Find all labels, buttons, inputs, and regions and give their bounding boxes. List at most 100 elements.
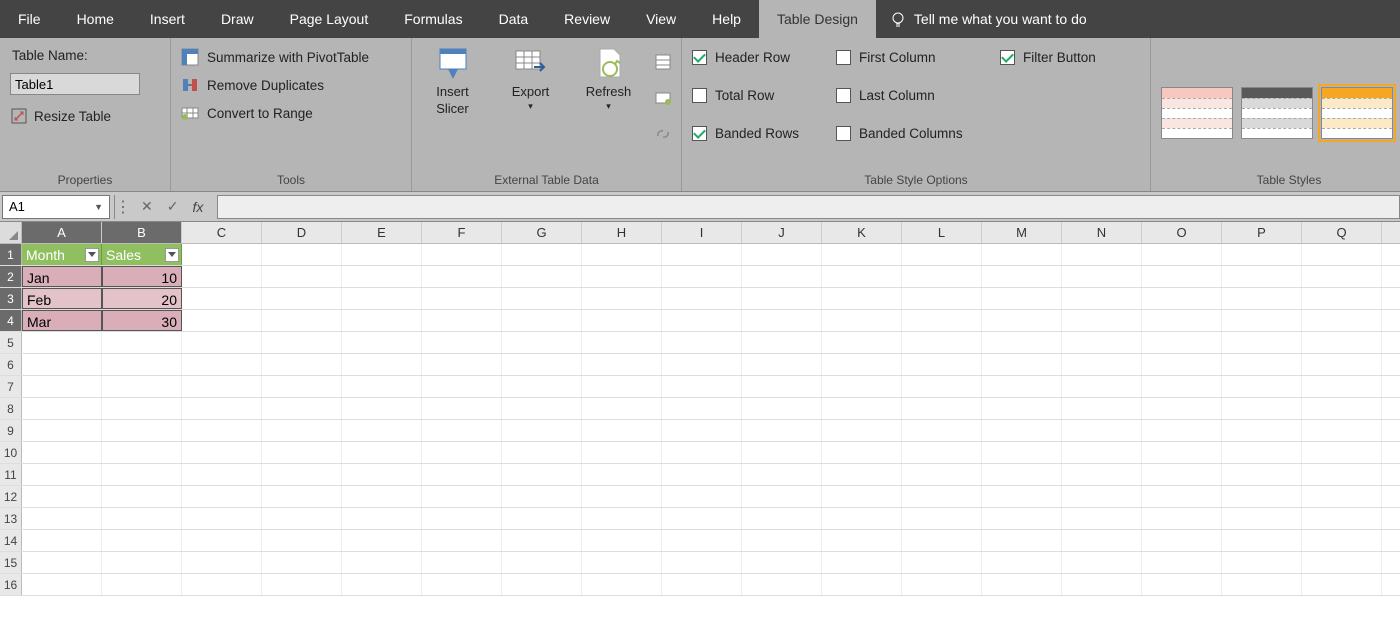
cell-I12[interactable]	[662, 486, 742, 507]
row-header-4[interactable]: 4	[0, 310, 22, 331]
header-row-checkbox[interactable]: Header Row	[692, 50, 832, 65]
row-header-12[interactable]: 12	[0, 486, 22, 507]
convert-to-range-button[interactable]: Convert to Range	[181, 104, 313, 122]
cell-K12[interactable]	[822, 486, 902, 507]
cell-O6[interactable]	[1142, 354, 1222, 375]
cell-C10[interactable]	[182, 442, 262, 463]
cell-L8[interactable]	[902, 398, 982, 419]
cell-L5[interactable]	[902, 332, 982, 353]
cell-O13[interactable]	[1142, 508, 1222, 529]
cell-L4[interactable]	[902, 310, 982, 331]
cell-K9[interactable]	[822, 420, 902, 441]
cell-G14[interactable]	[502, 530, 582, 551]
cell-N9[interactable]	[1062, 420, 1142, 441]
name-box[interactable]: A1 ▼	[2, 195, 110, 219]
cell-B13[interactable]	[102, 508, 182, 529]
cell-E6[interactable]	[342, 354, 422, 375]
row-header-3[interactable]: 3	[0, 288, 22, 309]
cell-E16[interactable]	[342, 574, 422, 595]
cell-I10[interactable]	[662, 442, 742, 463]
fx-icon[interactable]: fx	[192, 199, 203, 215]
row-header-14[interactable]: 14	[0, 530, 22, 551]
cell-H6[interactable]	[582, 354, 662, 375]
cell-H3[interactable]	[582, 288, 662, 309]
cell-N3[interactable]	[1062, 288, 1142, 309]
cell-E2[interactable]	[342, 266, 422, 287]
cell-J1[interactable]	[742, 244, 822, 265]
cell-N13[interactable]	[1062, 508, 1142, 529]
cell-L15[interactable]	[902, 552, 982, 573]
banded-columns-checkbox[interactable]: Banded Columns	[836, 126, 996, 141]
filter-dropdown-icon[interactable]	[85, 248, 99, 262]
row-header-6[interactable]: 6	[0, 354, 22, 375]
cell-I16[interactable]	[662, 574, 742, 595]
cell-F5[interactable]	[422, 332, 502, 353]
cell-P7[interactable]	[1222, 376, 1302, 397]
cell-K1[interactable]	[822, 244, 902, 265]
cell-K16[interactable]	[822, 574, 902, 595]
col-header-H[interactable]: H	[582, 222, 662, 243]
cell-G13[interactable]	[502, 508, 582, 529]
cell-O11[interactable]	[1142, 464, 1222, 485]
cell-D16[interactable]	[262, 574, 342, 595]
cell-J16[interactable]	[742, 574, 822, 595]
cancel-icon[interactable]: ✕	[141, 198, 153, 215]
cell-F1[interactable]	[422, 244, 502, 265]
cell-C2[interactable]	[182, 266, 262, 287]
cell-J8[interactable]	[742, 398, 822, 419]
cell-C6[interactable]	[182, 354, 262, 375]
cell-A1[interactable]: Month	[22, 244, 102, 265]
cell-Q8[interactable]	[1302, 398, 1382, 419]
cell-O10[interactable]	[1142, 442, 1222, 463]
cell-C15[interactable]	[182, 552, 262, 573]
cell-O7[interactable]	[1142, 376, 1222, 397]
col-header-D[interactable]: D	[262, 222, 342, 243]
tab-data[interactable]: Data	[481, 0, 547, 38]
cell-G5[interactable]	[502, 332, 582, 353]
cell-B5[interactable]	[102, 332, 182, 353]
filter-button-checkbox[interactable]: Filter Button	[1000, 50, 1140, 65]
cell-K14[interactable]	[822, 530, 902, 551]
cell-M12[interactable]	[982, 486, 1062, 507]
cell-M16[interactable]	[982, 574, 1062, 595]
cell-G16[interactable]	[502, 574, 582, 595]
insert-slicer-button[interactable]: Insert Slicer	[421, 46, 485, 116]
cell-O15[interactable]	[1142, 552, 1222, 573]
cell-B1[interactable]: Sales	[102, 244, 182, 265]
cell-E9[interactable]	[342, 420, 422, 441]
cell-A3[interactable]: Feb	[22, 288, 102, 309]
refresh-button[interactable]: Refresh ▾	[577, 46, 641, 112]
cell-A10[interactable]	[22, 442, 102, 463]
cell-P6[interactable]	[1222, 354, 1302, 375]
cell-K6[interactable]	[822, 354, 902, 375]
cell-I3[interactable]	[662, 288, 742, 309]
tab-home[interactable]: Home	[59, 0, 132, 38]
col-header-J[interactable]: J	[742, 222, 822, 243]
tab-table-design[interactable]: Table Design	[759, 0, 876, 38]
cell-C8[interactable]	[182, 398, 262, 419]
cell-D4[interactable]	[262, 310, 342, 331]
cell-H15[interactable]	[582, 552, 662, 573]
cell-G15[interactable]	[502, 552, 582, 573]
cell-I15[interactable]	[662, 552, 742, 573]
cell-D11[interactable]	[262, 464, 342, 485]
cell-G1[interactable]	[502, 244, 582, 265]
col-header-A[interactable]: A	[22, 222, 102, 243]
cell-I4[interactable]	[662, 310, 742, 331]
cell-P12[interactable]	[1222, 486, 1302, 507]
cell-H13[interactable]	[582, 508, 662, 529]
cell-P3[interactable]	[1222, 288, 1302, 309]
cell-N1[interactable]	[1062, 244, 1142, 265]
remove-duplicates-button[interactable]: Remove Duplicates	[181, 76, 324, 94]
cell-D5[interactable]	[262, 332, 342, 353]
cell-H4[interactable]	[582, 310, 662, 331]
cell-G3[interactable]	[502, 288, 582, 309]
cell-Q15[interactable]	[1302, 552, 1382, 573]
cell-Q7[interactable]	[1302, 376, 1382, 397]
col-header-O[interactable]: O	[1142, 222, 1222, 243]
cell-L10[interactable]	[902, 442, 982, 463]
cell-L11[interactable]	[902, 464, 982, 485]
cell-F3[interactable]	[422, 288, 502, 309]
cell-Q5[interactable]	[1302, 332, 1382, 353]
cell-B2[interactable]: 10	[102, 266, 182, 287]
